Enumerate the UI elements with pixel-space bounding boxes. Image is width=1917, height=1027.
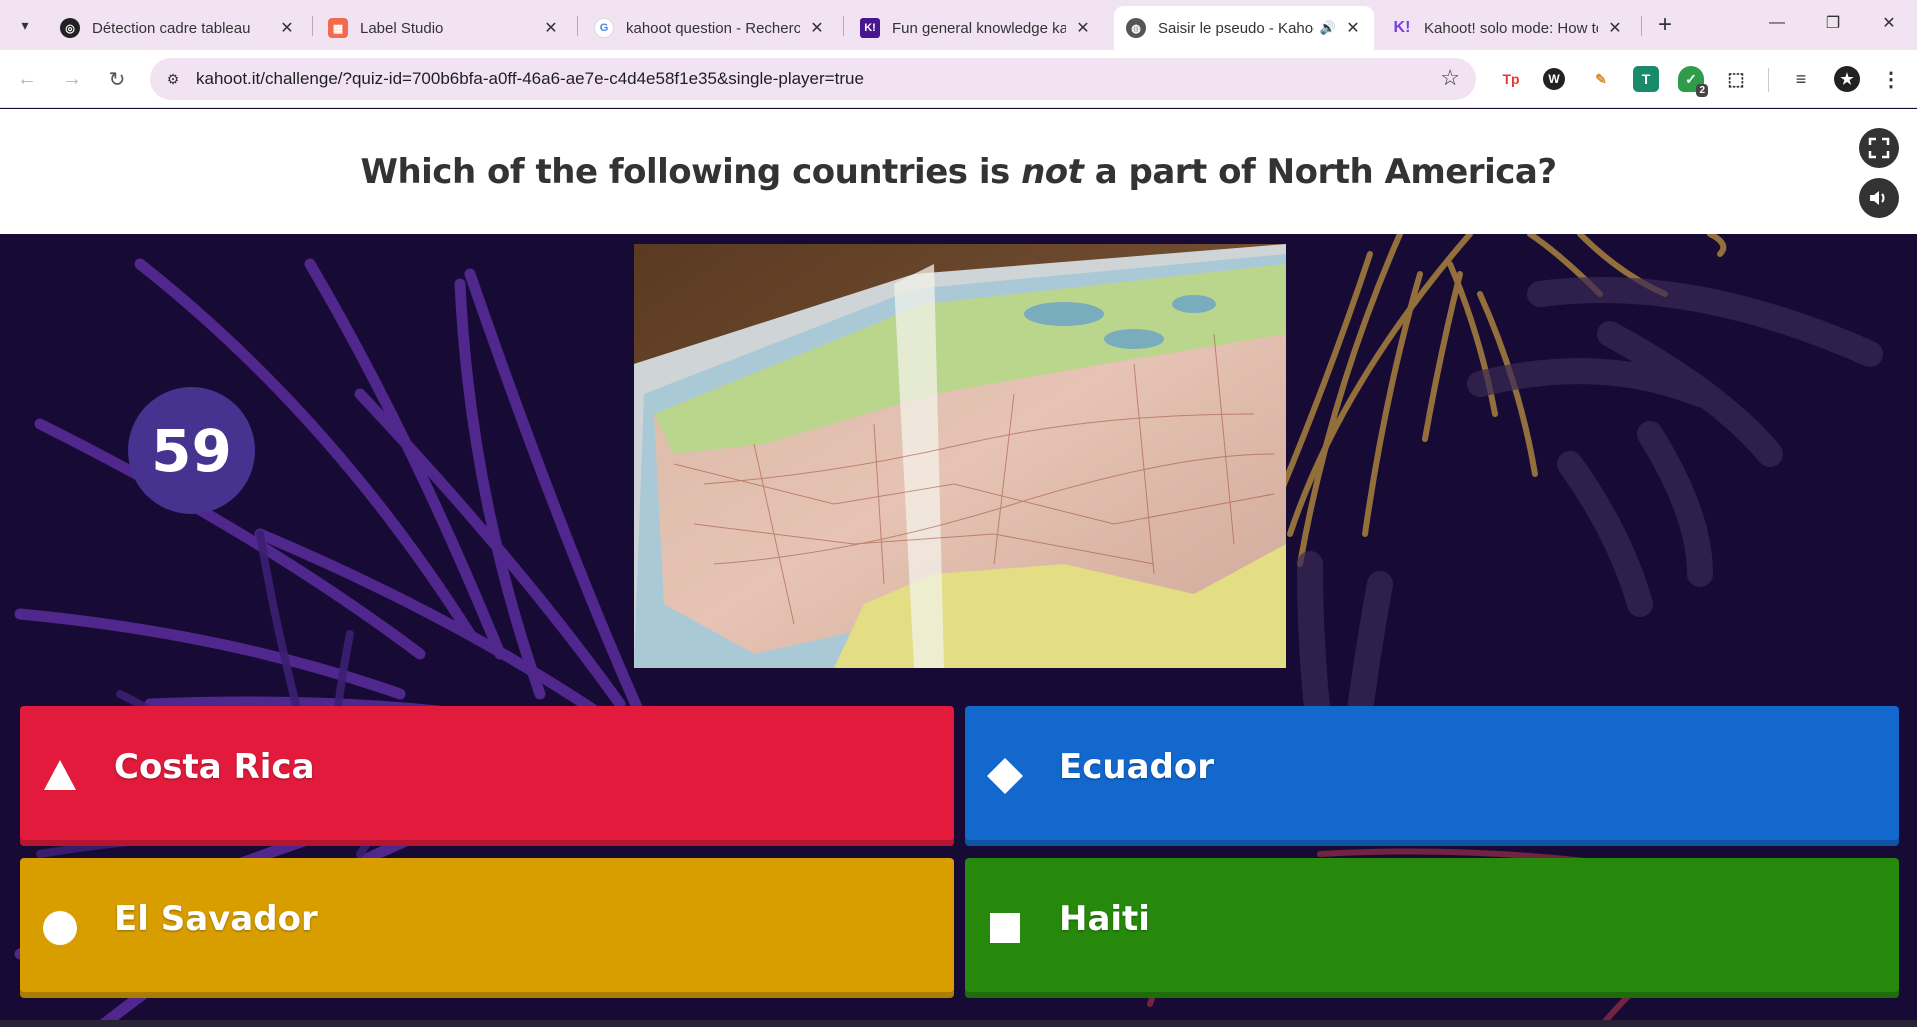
- globe-favicon: ◍: [1126, 18, 1146, 38]
- wordtune-extension-icon[interactable]: W: [1543, 68, 1565, 90]
- tab-title: kahoot question - Recherche Google: [626, 19, 800, 37]
- browser-toolbar: ← → ↻ ⚙ kahoot.it/challenge/?quiz-id=700…: [0, 50, 1917, 108]
- close-icon[interactable]: ✕: [1606, 18, 1624, 38]
- kahoot-favicon: K!: [1393, 19, 1411, 36]
- tab-title: Saisir le pseudo - Kahoot!: [1158, 19, 1314, 37]
- question-part: Which of the following countries is: [360, 151, 1022, 192]
- minimize-icon[interactable]: —: [1754, 8, 1800, 38]
- extension-badge: 2: [1696, 84, 1708, 97]
- label-studio-favicon: ▦: [328, 18, 348, 38]
- reload-icon[interactable]: ↻: [101, 63, 133, 95]
- puzzle-extensions-icon[interactable]: ⬚: [1723, 66, 1749, 92]
- tab-title: Kahoot! solo mode: How to: [1424, 19, 1598, 37]
- tab-search-chevron-icon[interactable]: ▾: [8, 10, 42, 40]
- question-text: Which of the following countries is not …: [360, 151, 1557, 192]
- diamond-icon: [987, 758, 1023, 794]
- tab-separator: [843, 16, 844, 36]
- square-icon: [990, 913, 1020, 943]
- tab-title: Détection cadre tableau: [92, 19, 251, 37]
- forward-arrow-icon[interactable]: →: [56, 63, 88, 95]
- close-icon[interactable]: ✕: [1344, 18, 1362, 38]
- bookmark-star-icon[interactable]: ☆: [1440, 65, 1460, 91]
- google-favicon: G: [594, 18, 614, 38]
- tab-5-active[interactable]: ◍ Saisir le pseudo - Kahoot! 🔊 ✕: [1114, 6, 1374, 50]
- shield-check-glyph: ✓: [1685, 70, 1697, 87]
- address-bar[interactable]: ⚙ kahoot.it/challenge/?quiz-id=700b6bfa-…: [150, 58, 1476, 100]
- close-icon[interactable]: ✕: [1074, 18, 1092, 38]
- circle-icon: [43, 911, 77, 945]
- footer-strip: [0, 1020, 1917, 1027]
- countdown-timer: 59: [128, 387, 255, 514]
- question-image-map: [634, 244, 1286, 668]
- fullscreen-icon[interactable]: [1859, 128, 1899, 168]
- tp-extension-icon[interactable]: Tp: [1498, 66, 1524, 92]
- tab-1[interactable]: ◎ Détection cadre tableau ✕: [48, 6, 308, 50]
- answer-yellow[interactable]: El Savador: [20, 858, 954, 998]
- question-emphasis: not: [1021, 151, 1084, 192]
- answer-label: El Savador: [114, 899, 318, 939]
- close-icon[interactable]: ✕: [808, 18, 826, 38]
- close-icon[interactable]: ✕: [278, 18, 296, 38]
- new-tab-plus-icon[interactable]: +: [1650, 10, 1680, 40]
- question-header: Which of the following countries is not …: [0, 109, 1917, 234]
- answer-green[interactable]: Haiti: [965, 858, 1899, 998]
- toolbar-divider: [1768, 68, 1769, 92]
- tab-separator: [577, 16, 578, 36]
- url-text[interactable]: kahoot.it/challenge/?quiz-id=700b6bfa-a0…: [196, 69, 864, 89]
- color-picker-extension-icon[interactable]: ✎: [1588, 66, 1614, 92]
- text-extension-icon[interactable]: T: [1633, 66, 1659, 92]
- tab-4[interactable]: K! Fun general knowledge kahoot ✕: [848, 6, 1104, 50]
- site-info-tune-icon[interactable]: ⚙: [160, 66, 186, 92]
- profile-avatar-icon[interactable]: ★: [1834, 66, 1860, 92]
- answer-blue[interactable]: Ecuador: [965, 706, 1899, 846]
- tab-2[interactable]: ▦ Label Studio ✕: [316, 6, 572, 50]
- restore-icon[interactable]: ❐: [1810, 8, 1856, 38]
- tab-separator: [312, 16, 313, 36]
- kebab-menu-icon[interactable]: ⋮: [1878, 66, 1904, 92]
- kahoot-favicon: K!: [860, 18, 880, 38]
- triangle-icon: [44, 760, 76, 790]
- close-icon[interactable]: ✕: [542, 18, 560, 38]
- tab-strip: ▾ ◎ Détection cadre tableau ✕ ▦ Label St…: [0, 0, 1917, 50]
- window-close-icon[interactable]: ✕: [1866, 8, 1912, 38]
- back-arrow-icon[interactable]: ←: [11, 63, 43, 95]
- chatgpt-favicon: ◎: [60, 18, 80, 38]
- tab-title: Label Studio: [360, 19, 444, 37]
- tab-3[interactable]: G kahoot question - Recherche Google ✕: [582, 6, 838, 50]
- answer-label: Haiti: [1059, 899, 1150, 939]
- atlas-map-image: [634, 244, 1286, 668]
- sound-toggle-icon[interactable]: [1859, 178, 1899, 218]
- tab-6[interactable]: K! Kahoot! solo mode: How to ✕: [1380, 6, 1636, 50]
- tab-title: Fun general knowledge kahoot: [892, 19, 1066, 37]
- answer-red[interactable]: Costa Rica: [20, 706, 954, 846]
- shield-extension-icon[interactable]: ✓ 2: [1678, 66, 1708, 97]
- question-part: a part of North America?: [1083, 151, 1557, 192]
- speaker-icon[interactable]: 🔊: [1320, 20, 1336, 36]
- answer-label: Ecuador: [1059, 747, 1214, 787]
- answer-label: Costa Rica: [114, 747, 315, 787]
- tab-separator: [1641, 16, 1642, 36]
- media-queue-icon[interactable]: ≡: [1788, 66, 1814, 92]
